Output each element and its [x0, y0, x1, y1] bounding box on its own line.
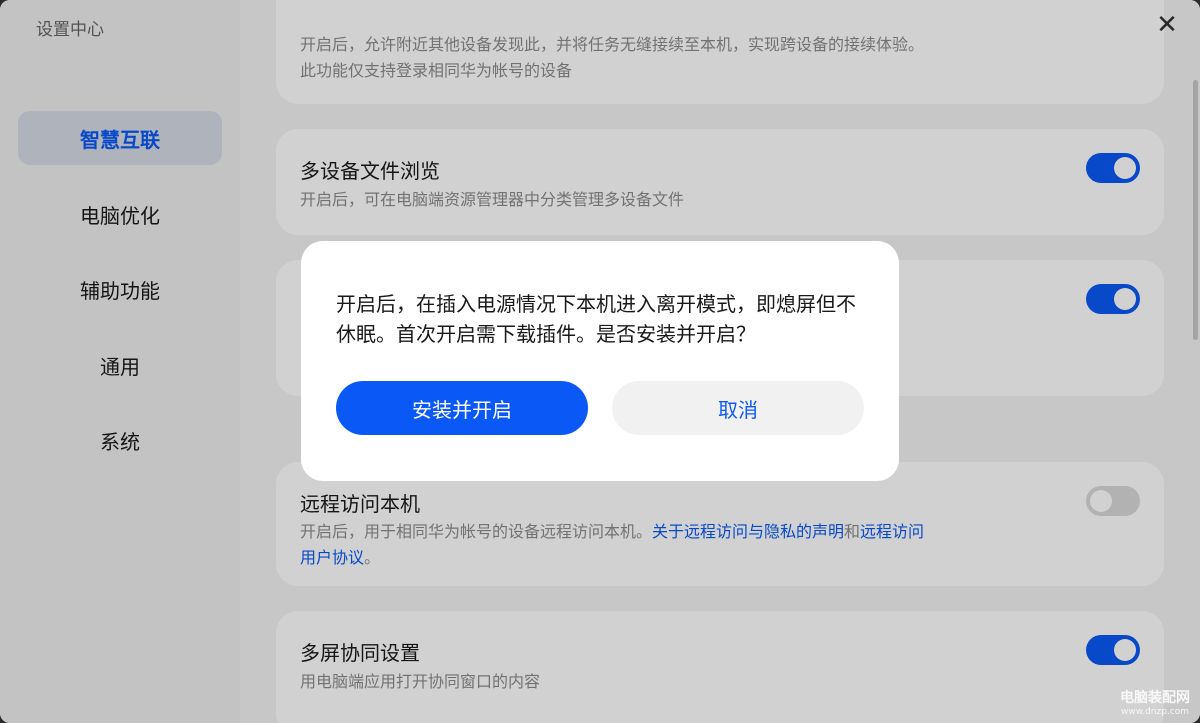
cancel-button[interactable]: 取消 — [612, 381, 864, 435]
settings-window: 设置中心 智慧互联 电脑优化 辅助功能 通用 系统 开启后，允许附近其他设备发现… — [0, 0, 1200, 723]
watermark-line1: 电脑装配网 — [1120, 690, 1190, 706]
confirm-dialog: 开启后，在插入电源情况下本机进入离开模式，即熄屏但不休眠。首次开启需下载插件。是… — [301, 241, 899, 481]
install-and-enable-button[interactable]: 安装并开启 — [336, 381, 588, 435]
watermark: 电脑装配网 www.dnzp.com — [1120, 687, 1190, 717]
dialog-message: 开启后，在插入电源情况下本机进入离开模式，即熄屏但不休眠。首次开启需下载插件。是… — [336, 292, 856, 346]
watermark-line2: www.dnzp.com — [1120, 707, 1190, 717]
